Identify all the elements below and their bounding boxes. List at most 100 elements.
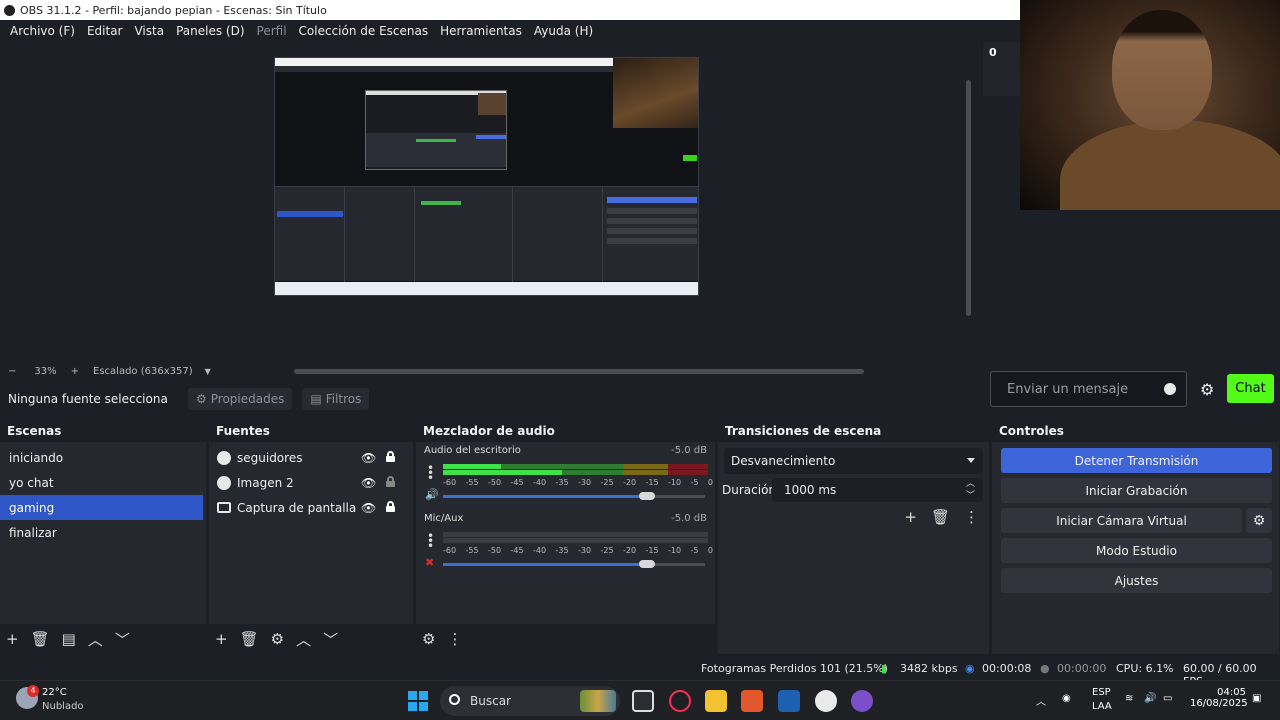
scene-item[interactable]: iniciando — [0, 445, 206, 470]
scale-dropdown-icon[interactable]: ▼ — [205, 367, 211, 376]
windows-start-icon[interactable] — [408, 691, 428, 711]
visibility-eye-icon[interactable]: 👁 — [361, 501, 376, 515]
volume-slider-knob[interactable] — [639, 492, 656, 500]
transition-menu-icon[interactable]: ⋮ — [964, 508, 979, 526]
move-scene-up-icon[interactable]: ︿ — [88, 629, 103, 650]
chat-send-button[interactable]: Chat — [1227, 374, 1274, 403]
show-hidden-icons-icon[interactable]: ︿ — [1036, 693, 1046, 708]
volume-slider-knob[interactable] — [639, 560, 656, 568]
app-orange-icon[interactable] — [741, 690, 763, 712]
menu-editar[interactable]: Editar — [81, 24, 129, 38]
properties-button[interactable]: ⚙ Propiedades — [188, 388, 293, 410]
chat-settings-gear-icon[interactable]: ⚙ — [1200, 380, 1214, 399]
duration-stepper-icon[interactable]: ︿ ﹀ — [966, 478, 975, 502]
menu-paneles[interactable]: Paneles (D) — [170, 24, 250, 38]
add-transition-icon[interactable]: + — [904, 508, 917, 526]
file-explorer-icon[interactable] — [705, 690, 727, 712]
weather-temp[interactable]: 22°C — [42, 687, 67, 698]
start-virtual-camera-button[interactable]: Iniciar Cámara Virtual — [1001, 508, 1242, 533]
meter-scale-tick: -35 — [555, 478, 569, 487]
volume-meter-2 — [443, 538, 708, 543]
clock[interactable]: 04:05 16/08/2025 — [1190, 687, 1248, 709]
zoom-in-button[interactable]: + — [71, 366, 79, 377]
opera-browser-icon[interactable] — [669, 690, 691, 712]
lock-icon[interactable] — [386, 501, 395, 512]
nested-sources-col — [345, 187, 415, 282]
duration-input[interactable]: 1000 ms ︿ ﹀ — [772, 478, 983, 502]
studio-mode-button[interactable]: Modo Estudio — [1001, 538, 1272, 563]
meter-scale: -60 -55 -50 -45 -40 -35 -30 -25 -20 -15 -10 -5 0 — [443, 478, 713, 487]
move-source-down-icon[interactable]: ﹀ — [323, 629, 338, 650]
search-highlight-icon[interactable] — [580, 690, 616, 712]
webcam-person-body — [1060, 120, 1280, 210]
language-2[interactable]: LAA — [1092, 701, 1112, 712]
stream-icon: ◉ — [965, 662, 975, 675]
visibility-eye-icon[interactable]: 👁 — [361, 451, 376, 465]
menu-herramientas[interactable]: Herramientas — [434, 24, 528, 38]
virtual-camera-gear-icon[interactable]: ⚙ — [1246, 508, 1272, 533]
language-1[interactable]: ESP — [1092, 687, 1111, 698]
volume-slider[interactable] — [443, 560, 705, 568]
volume-meter — [443, 532, 708, 537]
scene-item[interactable]: yo chat — [0, 470, 206, 495]
add-scene-icon[interactable]: + — [6, 630, 19, 648]
store-icon[interactable] — [778, 690, 800, 712]
advanced-audio-gear-icon[interactable]: ⚙ — [422, 630, 435, 648]
task-view-icon[interactable] — [632, 690, 654, 712]
add-source-icon[interactable]: + — [215, 630, 228, 648]
stats-number: 0 — [989, 46, 997, 59]
menu-coleccion-escenas[interactable]: Colección de Escenas — [293, 24, 435, 38]
discord-icon[interactable] — [851, 690, 873, 712]
zoom-out-button[interactable]: − — [8, 366, 16, 377]
tray-app-icon[interactable]: ◉ — [1062, 693, 1071, 704]
menu-vista[interactable]: Vista — [128, 24, 170, 38]
meter-scale-tick: -50 — [488, 478, 502, 487]
wifi-icon[interactable]: ≋ — [1125, 693, 1133, 704]
nested-chat-button — [683, 155, 697, 161]
remove-scene-trash-icon[interactable]: 🗑 — [31, 630, 50, 648]
scene-filters-icon[interactable]: ▤ — [62, 630, 76, 648]
move-source-up-icon[interactable]: ︿ — [296, 629, 311, 650]
remove-source-trash-icon[interactable]: 🗑 — [240, 630, 259, 648]
stop-stream-button[interactable]: Detener Transmisión — [1001, 448, 1272, 473]
channel-menu-icon[interactable]: • • • — [427, 530, 434, 552]
source-item[interactable]: Imagen 2 👁 — [209, 470, 413, 495]
chat-message-input[interactable]: Enviar un mensaje — [990, 371, 1187, 407]
source-item[interactable]: seguidores 👁 — [209, 445, 413, 470]
menu-ayuda[interactable]: Ayuda (H) — [528, 24, 599, 38]
muted-speaker-icon[interactable]: ✖ — [425, 556, 434, 569]
volume-slider[interactable] — [443, 492, 705, 500]
source-properties-gear-icon[interactable]: ⚙ — [271, 630, 284, 648]
nested-meter — [416, 139, 456, 142]
source-item[interactable]: Captura de pantalla 👁 — [209, 495, 413, 520]
preview-vertical-scrollbar[interactable] — [966, 80, 971, 316]
mixer-menu-icon[interactable]: ⋮ — [447, 630, 462, 648]
nested-webcam — [478, 93, 506, 115]
filters-button[interactable]: ▤ Filtros — [302, 388, 370, 410]
menu-archivo[interactable]: Archivo (F) — [4, 24, 81, 38]
volume-icon[interactable]: 🔊 — [1144, 693, 1156, 704]
emoji-icon[interactable] — [1164, 383, 1176, 395]
preview-nested-titlebar — [275, 58, 613, 66]
remove-transition-trash-icon[interactable]: 🗑 — [931, 508, 950, 526]
program-preview[interactable] — [274, 57, 699, 296]
channel-menu-icon[interactable]: • • • — [427, 462, 434, 484]
start-recording-button[interactable]: Iniciar Grabación — [1001, 478, 1272, 503]
visibility-eye-icon[interactable]: 👁 — [361, 476, 376, 490]
move-scene-down-icon[interactable]: ﹀ — [115, 629, 130, 650]
transition-select[interactable]: Desvanecimiento — [724, 448, 983, 474]
weather-condition[interactable]: Nublado — [42, 701, 84, 712]
scene-item-selected[interactable]: gaming — [0, 495, 203, 520]
settings-button[interactable]: Ajustes — [1001, 568, 1272, 593]
controls-dock: Controles Detener Transmisión Iniciar Gr… — [992, 420, 1280, 654]
lock-icon[interactable] — [386, 451, 395, 462]
menu-perfil[interactable]: Perfil — [251, 24, 293, 38]
scene-item[interactable]: finalizar — [0, 520, 206, 545]
scale-mode[interactable]: Escalado (636x357) — [93, 366, 193, 377]
speaker-icon[interactable]: 🔊 — [425, 488, 439, 501]
unlock-icon[interactable] — [386, 476, 395, 487]
battery-icon[interactable]: ▭ — [1163, 693, 1172, 704]
preview-horizontal-scrollbar[interactable] — [294, 369, 864, 374]
obs-taskbar-icon[interactable] — [815, 690, 837, 712]
notifications-icon[interactable]: ▣ — [1252, 693, 1261, 704]
